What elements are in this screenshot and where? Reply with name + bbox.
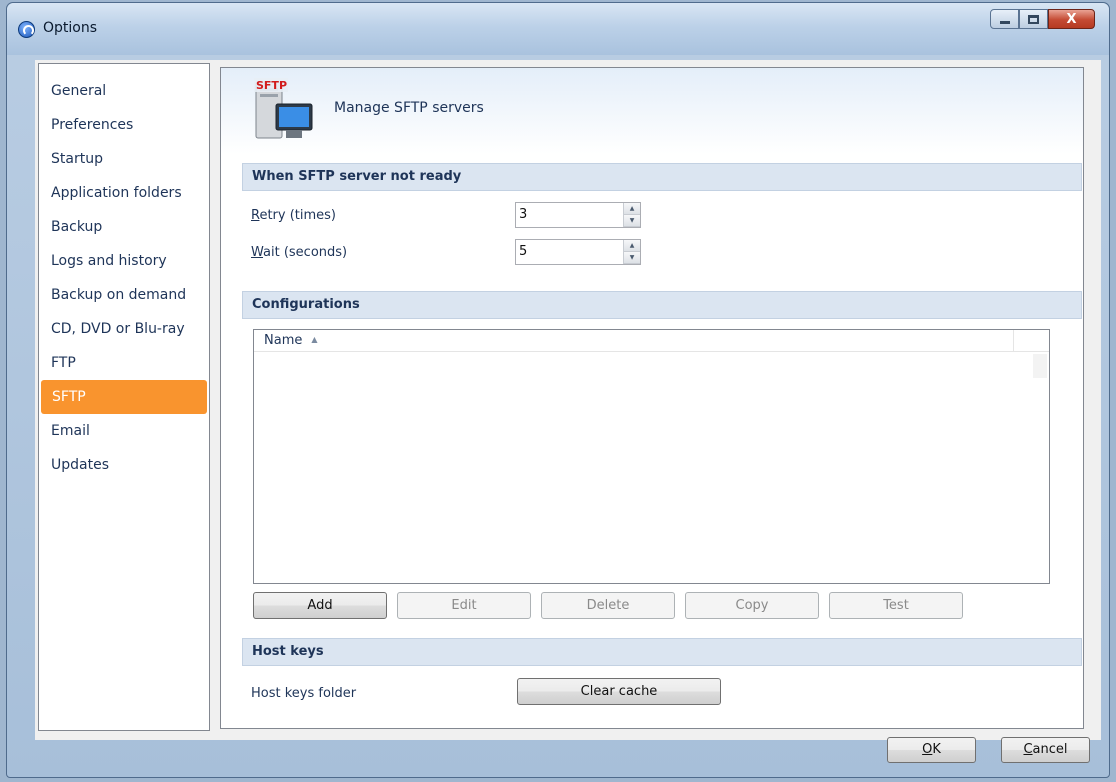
maximize-button[interactable] — [1019, 9, 1048, 29]
panel-header: SFTP Manage SFTP servers — [221, 68, 1083, 154]
column-divider[interactable] — [1013, 330, 1014, 352]
retry-spinbox[interactable]: 3 ▲ ▼ — [515, 202, 641, 228]
column-header-name[interactable]: Name ▲ — [264, 333, 318, 348]
nav-item-sftp[interactable]: SFTP — [41, 380, 207, 414]
retry-up-arrow-icon[interactable]: ▲ — [624, 203, 640, 215]
nav-item-cd-dvd-bluray[interactable]: CD, DVD or Blu-ray — [40, 312, 208, 346]
retry-label: Retry (times) — [251, 208, 336, 223]
nav-item-backup-on-demand[interactable]: Backup on demand — [40, 278, 208, 312]
window-title: Options — [43, 20, 98, 36]
column-name-label: Name — [264, 333, 303, 348]
sftp-settings-panel: SFTP Manage SFTP servers When SFTP serve… — [220, 67, 1084, 729]
edit-button[interactable]: Edit — [397, 592, 531, 619]
nav-item-startup[interactable]: Startup — [40, 142, 208, 176]
nav-item-general[interactable]: General — [40, 74, 208, 108]
nav-item-preferences[interactable]: Preferences — [40, 108, 208, 142]
minimize-button[interactable] — [990, 9, 1019, 29]
wait-spin-buttons: ▲ ▼ — [623, 240, 640, 264]
ok-label: K — [932, 742, 941, 757]
cancel-accesskey: C — [1023, 742, 1033, 757]
retry-spin-buttons: ▲ ▼ — [623, 203, 640, 227]
nav-item-updates[interactable]: Updates — [40, 448, 208, 482]
nav-item-logs-and-history[interactable]: Logs and history — [40, 244, 208, 278]
nav-item-backup[interactable]: Backup — [40, 210, 208, 244]
retry-down-arrow-icon[interactable]: ▼ — [624, 215, 640, 227]
section-header-not-ready: When SFTP server not ready — [242, 163, 1082, 191]
close-icon: X — [1066, 11, 1077, 27]
app-icon — [18, 21, 35, 38]
minimize-icon — [999, 21, 1010, 24]
clear-cache-button[interactable]: Clear cache — [517, 678, 721, 705]
wait-down-arrow-icon[interactable]: ▼ — [624, 252, 640, 264]
caption-buttons: X — [990, 9, 1095, 29]
list-scrollbar[interactable] — [1033, 354, 1047, 378]
cancel-button[interactable]: Cancel — [1001, 737, 1090, 763]
sort-ascending-icon: ▲ — [311, 335, 318, 344]
wait-value[interactable]: 5 — [519, 244, 527, 259]
ok-accesskey: O — [922, 742, 933, 757]
sftp-icon-label: SFTP — [256, 79, 287, 92]
close-button[interactable]: X — [1048, 9, 1095, 29]
copy-button[interactable]: Copy — [685, 592, 819, 619]
dialog-client-area: General Preferences Startup Application … — [35, 60, 1101, 740]
options-nav: General Preferences Startup Application … — [38, 63, 210, 731]
wait-spinbox[interactable]: 5 ▲ ▼ — [515, 239, 641, 265]
sftp-server-icon: SFTP — [254, 78, 313, 139]
nav-item-application-folders[interactable]: Application folders — [40, 176, 208, 210]
host-keys-folder-label: Host keys folder — [251, 686, 357, 701]
panel-title: Manage SFTP servers — [334, 100, 484, 116]
wait-up-arrow-icon[interactable]: ▲ — [624, 240, 640, 252]
retry-label-text: etry (times) — [259, 208, 337, 223]
delete-button[interactable]: Delete — [541, 592, 675, 619]
configurations-list[interactable]: Name ▲ — [253, 329, 1050, 584]
section-header-host-keys: Host keys — [242, 638, 1082, 666]
title-bar[interactable]: Options X — [7, 3, 1109, 55]
wait-label-accesskey: W — [251, 245, 264, 260]
ok-button[interactable]: OK — [887, 737, 976, 763]
nav-item-ftp[interactable]: FTP — [40, 346, 208, 380]
list-header: Name ▲ — [254, 330, 1049, 352]
cancel-label: ancel — [1032, 742, 1068, 757]
wait-label-text: ait (seconds) — [263, 245, 348, 260]
nav-item-email[interactable]: Email — [40, 414, 208, 448]
test-button[interactable]: Test — [829, 592, 963, 619]
add-button[interactable]: Add — [253, 592, 387, 619]
maximize-icon — [1028, 14, 1039, 24]
section-header-configurations: Configurations — [242, 291, 1082, 319]
retry-value[interactable]: 3 — [519, 207, 527, 222]
options-window: Options X General Preferences Startup Ap… — [6, 2, 1110, 778]
wait-label: Wait (seconds) — [251, 245, 347, 260]
